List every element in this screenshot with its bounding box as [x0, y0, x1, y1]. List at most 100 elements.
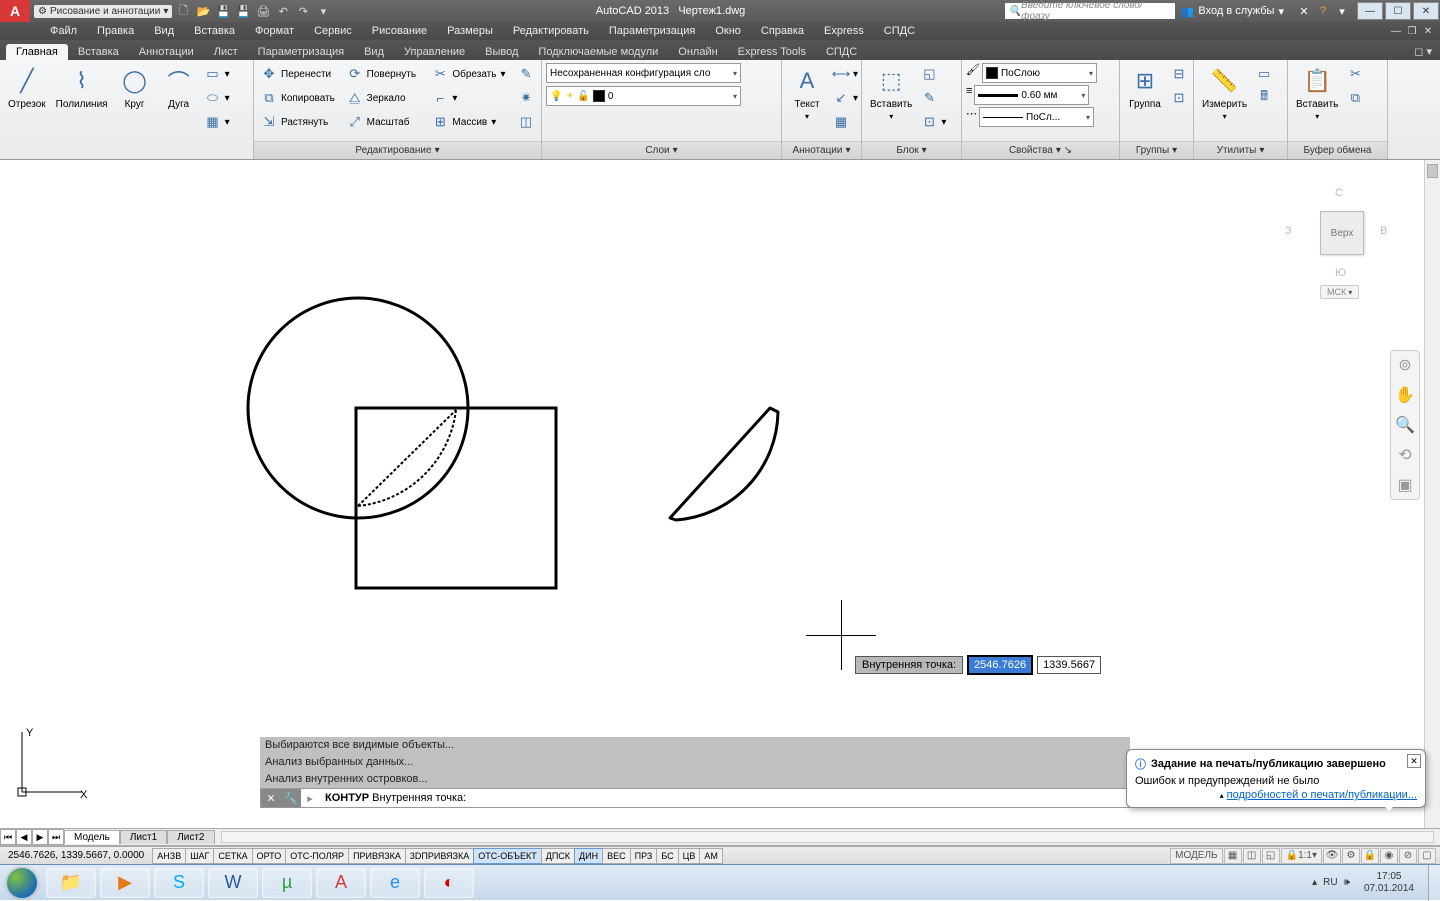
vc-wcs[interactable]: МСК — [1320, 285, 1359, 299]
menu-modify[interactable]: Редактировать — [503, 23, 599, 39]
panel-annot-title[interactable]: Аннотации ▾ — [782, 141, 861, 159]
polyline-button[interactable]: ⌇Полилиния — [52, 63, 112, 112]
more-icon[interactable]: ▾ — [314, 2, 332, 20]
dim-button[interactable]: ⟷▾ — [830, 63, 861, 85]
dropdown-icon[interactable]: ▾ — [1334, 3, 1350, 19]
app-logo[interactable]: A — [0, 0, 30, 22]
clean-screen-button[interactable]: ▢ — [1418, 848, 1436, 864]
attr-block-button[interactable]: ⊡▾ — [918, 111, 949, 133]
tb-autocad[interactable]: A — [316, 868, 366, 898]
menu-tools[interactable]: Сервис — [304, 23, 362, 39]
viewcube[interactable]: С Ю З В Верх МСК — [1280, 175, 1400, 295]
arc-button[interactable]: ⌒Дуга — [158, 63, 200, 112]
workspace-button[interactable]: ⚙ — [1342, 848, 1360, 864]
layout-last[interactable]: ⏭ — [48, 829, 64, 845]
status-toggle-дин[interactable]: ДИН — [574, 848, 603, 864]
ribbon-tab-output[interactable]: Вывод — [475, 44, 528, 60]
workspace-selector[interactable]: ⚙ Рисование и аннотации ▾ — [34, 5, 172, 18]
saveas-icon[interactable]: 💾 — [234, 2, 252, 20]
nav-orbit-icon[interactable]: ⟲ — [1398, 445, 1411, 465]
balloon-link[interactable]: подробностей о печати/публикации... — [1227, 789, 1417, 801]
text-button[interactable]: AТекст▾ — [786, 63, 828, 123]
ribbon-tab-express[interactable]: Express Tools — [728, 44, 816, 60]
copy-clip-button[interactable]: ⧉ — [1344, 87, 1366, 109]
layout-tab-1[interactable]: Лист1 — [120, 830, 167, 844]
copy-button[interactable]: ⧉Копировать — [258, 87, 342, 109]
nav-pan-icon[interactable]: ✋ — [1395, 385, 1415, 405]
nav-zoom-icon[interactable]: 🔍 — [1395, 415, 1415, 435]
ribbon-expand-icon[interactable]: ◻ ▾ — [1406, 43, 1440, 60]
coord-display[interactable]: 2546.7626, 1339.5667, 0.0000 — [0, 850, 153, 861]
menu-view[interactable]: Вид — [144, 23, 184, 39]
tb-ie[interactable]: e — [370, 868, 420, 898]
cmd-close-icon[interactable]: ✕ — [261, 789, 281, 807]
tray-flag-icon[interactable]: 🕪 — [1344, 877, 1350, 888]
open-icon[interactable]: 📂 — [194, 2, 212, 20]
panel-modify-title[interactable]: Редактирование ▾ — [254, 141, 541, 159]
hardware-accel-button[interactable]: ◉ — [1380, 848, 1398, 864]
menu-dimension[interactable]: Размеры — [437, 23, 503, 39]
menu-param[interactable]: Параметризация — [599, 23, 705, 39]
tray-lang[interactable]: RU — [1323, 877, 1337, 888]
redo-icon[interactable]: ↷ — [294, 2, 312, 20]
scale-button[interactable]: ⤢Масштаб — [344, 111, 428, 133]
draw-ellipse-button[interactable]: ⬭▾ — [202, 87, 233, 109]
vertical-scrollbar[interactable] — [1424, 160, 1440, 828]
fillet-button[interactable]: ⌐▾ — [429, 87, 513, 109]
layout-prev[interactable]: ◀ — [16, 829, 32, 845]
new-icon[interactable]: 🗋 — [174, 2, 192, 20]
menu-express[interactable]: Express — [814, 23, 874, 39]
ribbon-tab-spds[interactable]: СПДС — [816, 44, 867, 60]
color-combo[interactable]: ПоСлою▾ — [982, 63, 1097, 83]
draw-rect-button[interactable]: ▭▾ — [202, 63, 233, 85]
cut-button[interactable]: ✂ — [1344, 63, 1366, 85]
ribbon-tab-online[interactable]: Онлайн — [668, 44, 727, 60]
start-button[interactable] — [0, 865, 44, 901]
panel-layers-title[interactable]: Слои ▾ — [542, 141, 781, 159]
ribbon-tab-home[interactable]: Главная — [6, 44, 68, 60]
nav-wheel-icon[interactable]: ⊚ — [1398, 355, 1411, 375]
rotate-button[interactable]: ⟳Повернуть — [344, 63, 428, 85]
ribbon-tab-annot[interactable]: Аннотации — [129, 44, 204, 60]
menu-help[interactable]: Справка — [751, 23, 814, 39]
menu-edit[interactable]: Правка — [87, 23, 144, 39]
toolbar-lock-button[interactable]: 🔒 — [1361, 848, 1379, 864]
tb-word[interactable]: W — [208, 868, 258, 898]
panel-groups-title[interactable]: Группы ▾ — [1120, 141, 1193, 159]
status-toggle-отс-поляр[interactable]: ОТС-ПОЛЯР — [285, 848, 349, 864]
nav-showmotion-icon[interactable]: ▣ — [1397, 475, 1412, 495]
menu-format[interactable]: Формат — [245, 23, 304, 39]
layout-tab-model[interactable]: Модель — [64, 830, 120, 844]
ribbon-tab-view[interactable]: Вид — [354, 44, 394, 60]
create-block-button[interactable]: ◱ — [918, 63, 949, 85]
ribbon-tab-layout[interactable]: Лист — [204, 44, 248, 60]
edit-block-button[interactable]: ✎ — [918, 87, 949, 109]
leader-button[interactable]: ↙▾ — [830, 87, 861, 109]
layer-current-combo[interactable]: 💡☀🔓0▾ — [546, 86, 741, 106]
group-edit-button[interactable]: ⊡ — [1168, 87, 1190, 109]
undo-icon[interactable]: ↶ — [274, 2, 292, 20]
status-toggle-орто[interactable]: ОРТО — [252, 848, 287, 864]
tb-explorer[interactable]: 📁 — [46, 868, 96, 898]
ribbon-tab-param[interactable]: Параметризация — [248, 44, 354, 60]
array-button[interactable]: ⊞Массив ▾ — [429, 111, 513, 133]
status-toggle-отс-объект[interactable]: ОТС-ОБЪЕКТ — [473, 848, 541, 864]
quick-view-button[interactable]: ◫ — [1243, 848, 1261, 864]
tb-app[interactable]: ◐ — [424, 868, 474, 898]
status-toggle-цв[interactable]: ЦВ — [678, 848, 701, 864]
exchange-icon[interactable]: ✕ — [1296, 3, 1312, 19]
menu-spds[interactable]: СПДС — [874, 23, 925, 39]
save-icon[interactable]: 💾 — [214, 2, 232, 20]
stretch-button[interactable]: ⇲Растянуть — [258, 111, 342, 133]
layout-next[interactable]: ▶ — [32, 829, 48, 845]
status-toggle-вес[interactable]: ВЕС — [602, 848, 631, 864]
dyn-x-field[interactable]: 2546.7626 — [967, 655, 1033, 675]
lt-icon[interactable]: ⋯ — [966, 107, 977, 127]
draw-hatch-button[interactable]: ▦▾ — [202, 111, 233, 133]
table-button[interactable]: ▦ — [830, 111, 861, 133]
tray-clock[interactable]: 17:0507.01.2014 — [1356, 871, 1422, 895]
grid-display-button[interactable]: ▦ — [1224, 848, 1242, 864]
dyn-y-field[interactable]: 1339.5667 — [1037, 656, 1101, 674]
explode-button[interactable]: ✷ — [515, 87, 537, 109]
status-toggle-анзв[interactable]: АНЗВ — [152, 848, 186, 864]
